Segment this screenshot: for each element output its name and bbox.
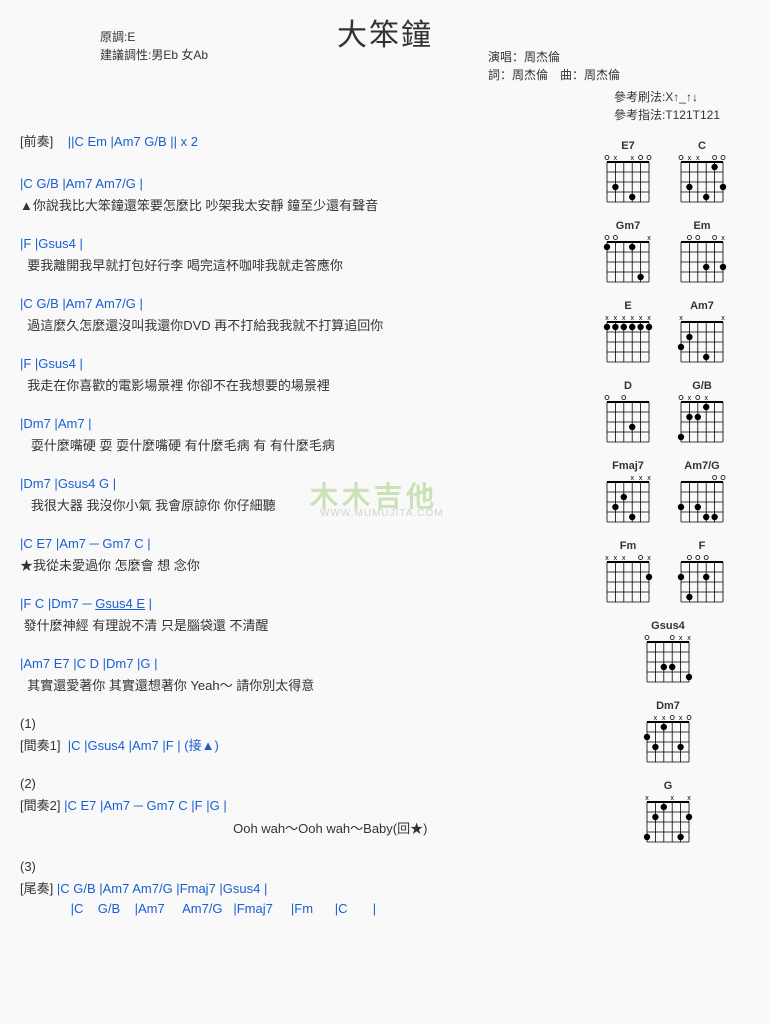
svg-text:x: x	[704, 395, 708, 402]
chord-diagram-label: G/B	[692, 380, 712, 392]
ending-number: (3)	[20, 857, 750, 876]
chord-diagram-label: E	[624, 300, 631, 312]
svg-text:x: x	[647, 315, 651, 322]
svg-text:x: x	[639, 475, 643, 482]
chord-diagram-f: F	[671, 540, 733, 610]
chord-diagram-g-b: G/Bxx	[671, 380, 733, 450]
svg-text:x: x	[630, 475, 634, 482]
chord-diagram-g: Gx x x	[637, 780, 699, 850]
chord-diagram-am7-g: Am7/G	[671, 460, 733, 530]
chord-diagram-e: Exxxxxx	[597, 300, 659, 370]
svg-text:x: x	[614, 315, 618, 322]
chord-diagram-fm: Fmxxxx	[597, 540, 659, 610]
svg-text:x: x	[721, 235, 725, 242]
chord-diagram-e7: E7xx	[597, 140, 659, 210]
svg-text:x: x	[630, 155, 634, 162]
svg-text:x: x	[605, 555, 609, 562]
strum-pattern: 參考刷法:X↑_↑↓	[614, 88, 720, 106]
svg-text:x: x	[688, 155, 692, 162]
chord-diagram-label: C	[698, 140, 706, 152]
svg-text:x: x	[687, 635, 691, 642]
intro-label: [前奏]	[20, 134, 53, 149]
intro-chords: ||C Em |Am7 G/B || x 2	[68, 134, 198, 149]
svg-text:x: x	[679, 715, 683, 722]
svg-text:x: x	[679, 635, 683, 642]
svg-text:x: x	[647, 235, 651, 242]
chord-diagram-label: Dm7	[656, 700, 680, 712]
chord-diagram-label: Am7/G	[684, 460, 719, 472]
chord-diagram-fmaj7: Fmaj7xxx	[597, 460, 659, 530]
chord-diagram-dm7: Dm7xxx	[637, 700, 699, 770]
svg-text:x: x	[639, 315, 643, 322]
svg-text:x: x	[687, 795, 691, 802]
chord-diagram-label: D	[624, 380, 632, 392]
outro-line: [尾奏] |C G/B |Am7 Am7/G |Fmaj7 |Gsus4 |	[20, 876, 750, 899]
singer: 演唱：周杰倫	[488, 48, 620, 66]
chord-diagram-column: E7xxCxxGm7xEmxExxxxxxAm7xxDG/BxxFmaj7xxx…	[597, 140, 752, 850]
chord-diagram-label: Am7	[690, 300, 714, 312]
svg-text:x: x	[662, 715, 666, 722]
chord-diagram-label: Fmaj7	[612, 460, 644, 472]
chord-diagram-d: D	[597, 380, 659, 450]
svg-text:x: x	[614, 155, 618, 162]
svg-text:x: x	[614, 555, 618, 562]
meta-right-2: 參考刷法:X↑_↑↓ 參考指法:T121T121	[614, 88, 720, 124]
chord-diagram-em: Em x	[671, 220, 733, 290]
chord-diagram-label: Em	[693, 220, 710, 232]
svg-text:x: x	[654, 715, 658, 722]
svg-text:x: x	[647, 475, 651, 482]
meta-right: 演唱：周杰倫 詞：周杰倫 曲：周杰倫	[488, 48, 620, 84]
meta-left: 原調:E 建議調性:男Eb 女Ab	[100, 28, 208, 64]
composer: 詞：周杰倫 曲：周杰倫	[488, 66, 620, 84]
outro-line-2: |C G/B |Am7 Am7/G |Fmaj7 |Fm |C |	[20, 899, 750, 918]
chord-diagram-am7: Am7 x x	[671, 300, 733, 370]
chord-diagram-label: E7	[621, 140, 634, 152]
chord-diagram-gsus4: Gsus4xx	[637, 620, 699, 690]
svg-text:x: x	[622, 555, 626, 562]
chord-diagram-c: Cxx	[671, 140, 733, 210]
chord-diagram-label: Fm	[620, 540, 637, 552]
svg-text:x: x	[721, 315, 725, 322]
suggested-key: 建議調性:男Eb 女Ab	[100, 46, 208, 64]
svg-text:x: x	[688, 395, 692, 402]
svg-text:x: x	[696, 155, 700, 162]
chord-diagram-label: Gsus4	[651, 620, 685, 632]
picking-pattern: 參考指法:T121T121	[614, 106, 720, 124]
svg-text:x: x	[630, 315, 634, 322]
svg-text:x: x	[679, 315, 683, 322]
svg-text:x: x	[605, 315, 609, 322]
chord-diagram-label: Gm7	[616, 220, 640, 232]
original-key: 原調:E	[100, 28, 208, 46]
svg-text:x: x	[622, 315, 626, 322]
svg-text:x: x	[645, 795, 649, 802]
svg-text:x: x	[647, 555, 651, 562]
svg-text:x: x	[670, 795, 674, 802]
chord-diagram-label: F	[699, 540, 706, 552]
chord-diagram-label: G	[664, 780, 673, 792]
chord-diagram-gm7: Gm7 x	[597, 220, 659, 290]
